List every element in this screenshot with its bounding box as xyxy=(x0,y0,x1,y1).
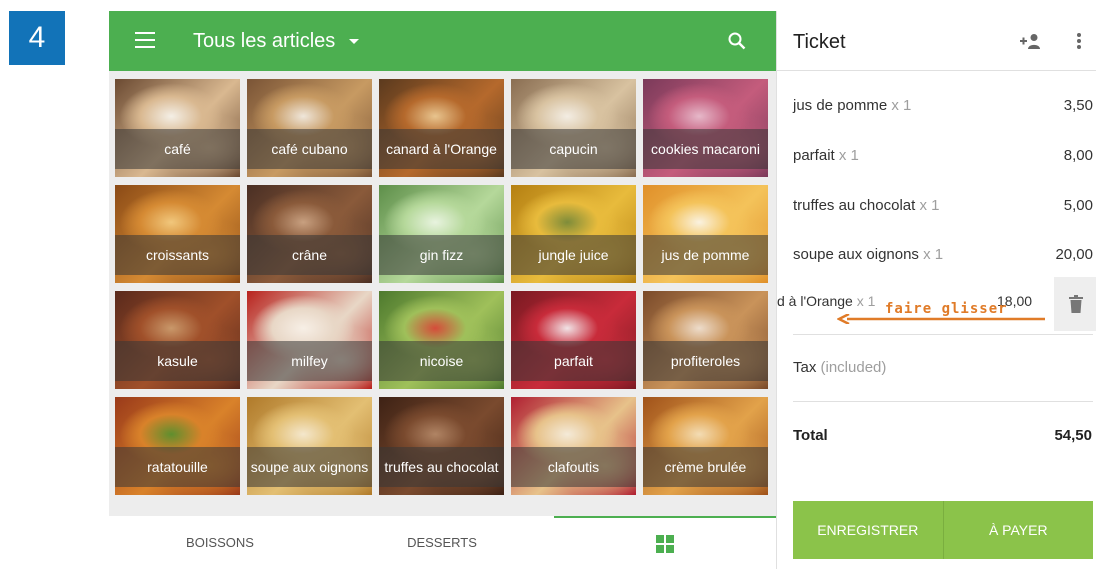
ticket-line[interactable]: jus de pomme x 1 3,50 xyxy=(777,93,1096,119)
item-label: capucin xyxy=(511,129,636,169)
trash-icon xyxy=(1068,295,1083,313)
line-price: 5,00 xyxy=(1063,197,1093,214)
ticket-panel: Ticket jus de pomme x 1 3,50 parfait x 1… xyxy=(776,11,1096,569)
more-vert-icon[interactable] xyxy=(1077,33,1081,49)
item-label: nicoise xyxy=(379,341,504,381)
ticket-title: Ticket xyxy=(793,31,846,53)
item-tile[interactable]: crème brulée xyxy=(643,397,768,495)
pos-app: Tous les articles café café cubano canard … xyxy=(109,11,1096,569)
delete-line-button[interactable] xyxy=(1054,277,1096,331)
save-button[interactable]: ENREGISTRER xyxy=(793,501,943,559)
category-dropdown[interactable]: Tous les articles xyxy=(193,30,360,53)
tax-label: Tax xyxy=(793,359,817,376)
ticket-line[interactable]: soupe aux oignons x 1 20,00 xyxy=(777,242,1096,268)
item-tile[interactable]: gin fizz xyxy=(379,185,504,283)
item-label: milfey xyxy=(247,341,372,381)
item-label: cookies macaroni xyxy=(643,129,768,169)
item-label: croissants xyxy=(115,235,240,275)
total-label: Total xyxy=(793,427,828,444)
item-tile[interactable]: crâne xyxy=(247,185,372,283)
item-label: ratatouille xyxy=(115,447,240,487)
item-tile[interactable]: parfait xyxy=(511,291,636,389)
category-tabs: BOISSONS DESSERTS xyxy=(109,516,776,569)
item-label: kasule xyxy=(115,341,240,381)
line-name: soupe aux oignons xyxy=(793,246,919,263)
divider xyxy=(793,334,1093,335)
item-tile[interactable]: truffes au chocolat xyxy=(379,397,504,495)
items-panel: Tous les articles café café cubano canard … xyxy=(109,11,776,569)
tab-boissons[interactable]: BOISSONS xyxy=(109,516,331,569)
ticket-line[interactable]: parfait x 1 8,00 xyxy=(777,143,1096,169)
divider xyxy=(793,401,1093,402)
line-name: parfait xyxy=(793,147,835,164)
item-tile[interactable]: cookies macaroni xyxy=(643,79,768,177)
hamburger-icon[interactable] xyxy=(135,32,155,48)
tab-label: DESSERTS xyxy=(407,535,477,550)
line-name: truffes au chocolat xyxy=(793,197,916,214)
item-tile[interactable]: kasule xyxy=(115,291,240,389)
item-label: truffes au chocolat xyxy=(379,447,504,487)
item-tile[interactable]: jungle juice xyxy=(511,185,636,283)
item-label: crème brulée xyxy=(643,447,768,487)
item-label: café xyxy=(115,129,240,169)
tab-desserts[interactable]: DESSERTS xyxy=(331,516,553,569)
tab-label: BOISSONS xyxy=(186,535,254,550)
item-label: jus de pomme xyxy=(643,235,768,275)
line-name: jus de pomme xyxy=(793,97,888,114)
tab-all-items-grid[interactable] xyxy=(554,516,776,569)
search-icon[interactable] xyxy=(728,32,746,50)
item-label: jungle juice xyxy=(511,235,636,275)
line-qty: x 1 xyxy=(891,97,912,114)
line-qty: x 1 xyxy=(919,197,940,214)
add-person-icon[interactable] xyxy=(1019,33,1043,49)
item-tile[interactable]: clafoutis xyxy=(511,397,636,495)
ticket-line[interactable]: truffes au chocolat x 1 5,00 xyxy=(777,193,1096,219)
line-price: 8,00 xyxy=(1063,147,1093,164)
line-qty: x 1 xyxy=(838,147,859,164)
ticket-actions: ENREGISTRER À PAYER xyxy=(793,501,1093,559)
line-price: 20,00 xyxy=(1055,246,1093,263)
tax-note: (included) xyxy=(820,359,887,376)
item-label: profiteroles xyxy=(643,341,768,381)
item-tile[interactable]: milfey xyxy=(247,291,372,389)
top-app-bar: Tous les articles xyxy=(109,11,776,71)
caret-down-icon xyxy=(349,39,360,44)
item-tile[interactable]: ratatouille xyxy=(115,397,240,495)
item-label: parfait xyxy=(511,341,636,381)
line-qty: x 1 xyxy=(923,246,944,263)
item-tile[interactable]: capucin xyxy=(511,79,636,177)
item-tile[interactable]: café cubano xyxy=(247,79,372,177)
line-qty: x 1 xyxy=(856,293,876,309)
ticket-header: Ticket xyxy=(777,11,1096,71)
item-grid: café café cubano canard à l'Orange capucin c… xyxy=(115,79,771,495)
item-label: canard à l'Orange xyxy=(379,129,504,169)
item-label: café cubano xyxy=(247,129,372,169)
item-label: clafoutis xyxy=(511,447,636,487)
item-tile[interactable]: nicoise xyxy=(379,291,504,389)
charge-button[interactable]: À PAYER xyxy=(942,501,1093,559)
line-name: d à l'Orange xyxy=(777,293,853,309)
grid-icon xyxy=(656,534,674,553)
total-value: 54,50 xyxy=(1054,427,1092,444)
item-tile[interactable]: profiteroles xyxy=(643,291,768,389)
item-label: gin fizz xyxy=(379,235,504,275)
tax-row: Tax (included) xyxy=(793,359,886,376)
swiped-ticket-line[interactable]: d à l'Orange x 1 18,00 faire glisser xyxy=(777,281,1096,331)
swipe-left-arrow-icon xyxy=(837,314,1045,324)
line-price: 3,50 xyxy=(1063,97,1093,114)
category-title: Tous les articles xyxy=(193,30,336,52)
step-number-badge: 4 xyxy=(9,11,65,65)
item-tile[interactable]: croissants xyxy=(115,185,240,283)
item-tile[interactable]: canard à l'Orange xyxy=(379,79,504,177)
item-label: crâne xyxy=(247,235,372,275)
item-label: soupe aux oignons xyxy=(247,447,372,487)
item-tile[interactable]: soupe aux oignons xyxy=(247,397,372,495)
item-tile[interactable]: jus de pomme xyxy=(643,185,768,283)
item-tile[interactable]: café xyxy=(115,79,240,177)
